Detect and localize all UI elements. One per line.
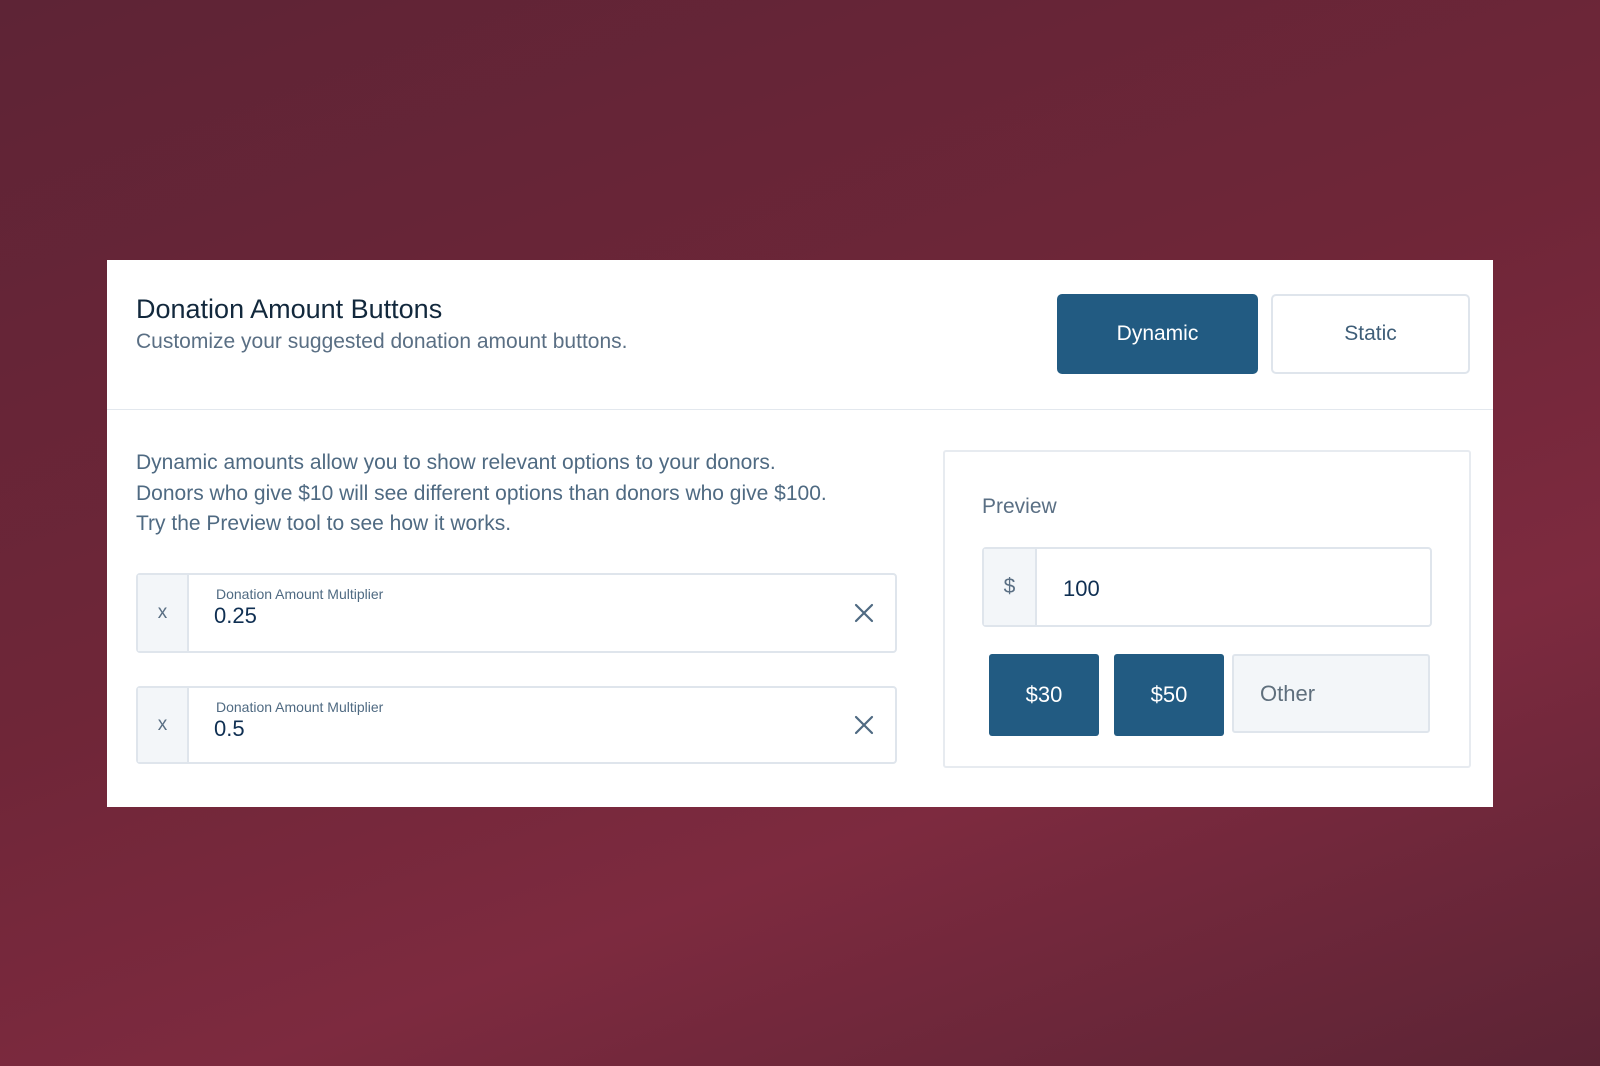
page-title: Donation Amount Buttons bbox=[136, 294, 443, 324]
preview-panel: Preview $ 100 $30 $50 Other bbox=[943, 450, 1471, 768]
close-icon[interactable] bbox=[853, 714, 875, 736]
page-subtitle: Customize your suggested donation amount… bbox=[136, 330, 628, 353]
preview-amount-input[interactable]: 100 bbox=[1063, 576, 1100, 602]
card-header: Donation Amount Buttons Customize your s… bbox=[107, 260, 1493, 410]
multiplier-prefix: x bbox=[138, 688, 189, 762]
multiplier-input[interactable]: 0.25 bbox=[214, 603, 257, 629]
description-line: Donors who give $10 will see different o… bbox=[136, 481, 827, 505]
preview-label: Preview bbox=[982, 495, 1057, 518]
multiplier-prefix: x bbox=[138, 575, 189, 651]
amount-button-30[interactable]: $30 bbox=[989, 654, 1099, 736]
close-icon[interactable] bbox=[853, 602, 875, 624]
other-amount-button[interactable]: Other bbox=[1232, 654, 1430, 733]
multiplier-field-2[interactable]: x Donation Amount Multiplier 0.5 bbox=[136, 686, 897, 764]
multiplier-input[interactable]: 0.5 bbox=[214, 716, 245, 742]
description-line: Dynamic amounts allow you to show releva… bbox=[136, 451, 776, 474]
dynamic-description: Dynamic amounts allow you to show releva… bbox=[136, 448, 896, 540]
multiplier-label: Donation Amount Multiplier bbox=[216, 699, 384, 715]
multiplier-field-1[interactable]: x Donation Amount Multiplier 0.25 bbox=[136, 573, 897, 653]
dynamic-button[interactable]: Dynamic bbox=[1057, 294, 1258, 374]
currency-prefix: $ bbox=[984, 549, 1037, 625]
multiplier-label: Donation Amount Multiplier bbox=[216, 586, 384, 602]
donation-buttons-card: Donation Amount Buttons Customize your s… bbox=[107, 260, 1493, 807]
amount-button-50[interactable]: $50 bbox=[1114, 654, 1224, 736]
static-button[interactable]: Static bbox=[1271, 294, 1470, 374]
description-line: Try the Preview tool to see how it works… bbox=[136, 512, 512, 535]
preview-amount-field[interactable]: $ 100 bbox=[982, 547, 1432, 627]
